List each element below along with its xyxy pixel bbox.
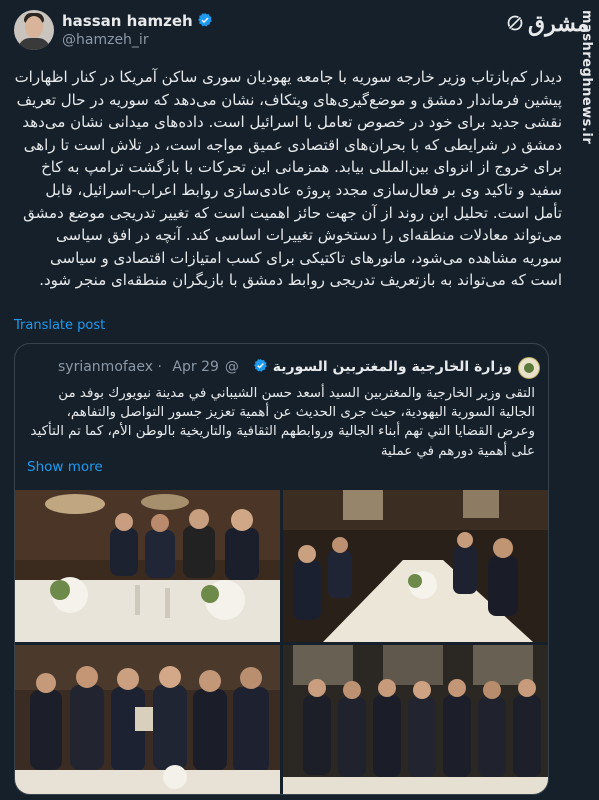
author-handle[interactable]: @hamzeh_ir bbox=[62, 32, 149, 48]
photo-dinner-table-left[interactable] bbox=[15, 490, 280, 642]
verified-badge-icon bbox=[253, 358, 268, 377]
grok-icon[interactable] bbox=[506, 14, 524, 32]
quoted-avatar[interactable] bbox=[518, 357, 540, 379]
verified-badge-icon bbox=[197, 12, 213, 32]
quoted-author-name[interactable]: وزارة الخارجية والمغتربين السورية bbox=[273, 359, 512, 375]
show-more-link[interactable]: Show more bbox=[27, 459, 103, 475]
quoted-separator: · bbox=[157, 359, 162, 375]
photo-gift-presentation[interactable] bbox=[15, 645, 280, 794]
avatar[interactable] bbox=[14, 10, 54, 50]
author-name[interactable]: hassan hamzeh bbox=[62, 12, 213, 32]
photo-group-standing[interactable] bbox=[283, 645, 548, 794]
author-name-text[interactable]: hassan hamzeh bbox=[62, 12, 193, 30]
quoted-text: التقى وزير الخارجية والمغتربين السيد أسع… bbox=[30, 386, 535, 459]
quoted-date[interactable]: Apr 29 bbox=[172, 359, 218, 375]
watermark-text: mashreghnews.ir bbox=[579, 10, 594, 145]
translate-post-link[interactable]: Translate post bbox=[14, 318, 105, 333]
quoted-tweet[interactable]: وزارة الخارجية والمغتربين السورية @syria… bbox=[14, 343, 549, 795]
quoted-header: وزارة الخارجية والمغتربين السورية @syria… bbox=[58, 358, 512, 377]
photo-grid bbox=[15, 490, 548, 794]
tweet-text: دیدار کم‌بازتاب وزیر خارجه سوریه با جامع… bbox=[14, 68, 562, 290]
photo-dinner-table-wide[interactable] bbox=[283, 490, 548, 642]
